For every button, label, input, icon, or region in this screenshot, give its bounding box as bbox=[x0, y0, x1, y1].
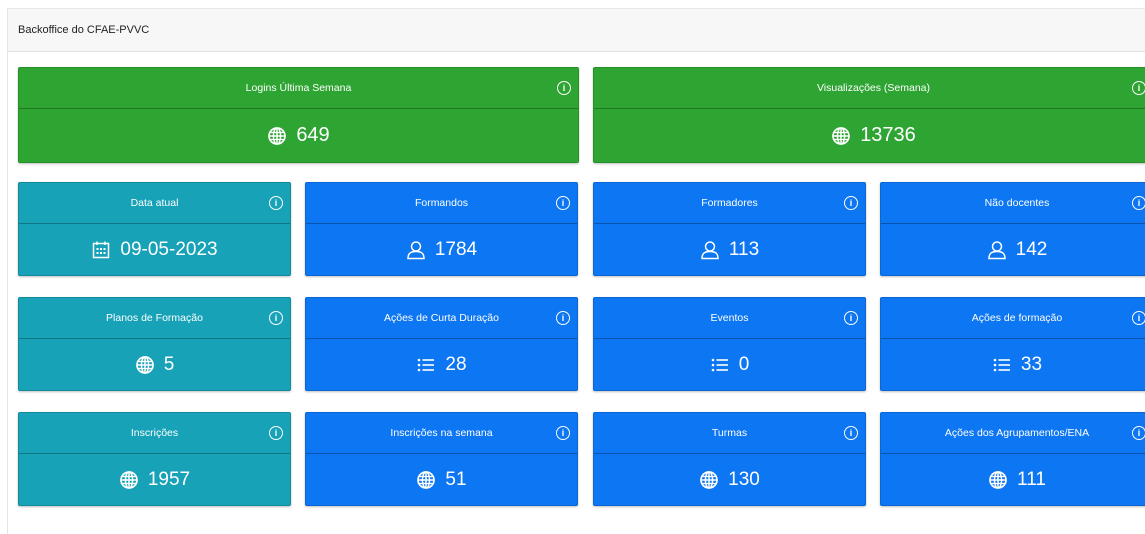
logins-card[interactable]: Logins Última Semana i 649 bbox=[18, 67, 579, 163]
info-icon[interactable]: i bbox=[1132, 196, 1145, 210]
card-title: Ações de Curta Duração bbox=[384, 312, 499, 324]
card-value: 1784 bbox=[434, 238, 478, 260]
info-icon[interactable]: i bbox=[844, 196, 858, 210]
info-icon[interactable]: i bbox=[1132, 311, 1145, 325]
info-icon[interactable]: i bbox=[844, 311, 858, 325]
formadores-card[interactable]: Formadores i 113 bbox=[593, 182, 866, 276]
card-value: 111 bbox=[1017, 468, 1046, 490]
list-icon bbox=[710, 355, 730, 375]
globe-icon bbox=[416, 470, 436, 490]
card-title: Formadores bbox=[701, 197, 758, 209]
dashboard-page: Backoffice do CFAE-PVVC Logins Última Se… bbox=[7, 8, 1145, 534]
card-title: Ações dos Agrupamentos/ENA bbox=[944, 427, 1090, 439]
card-value: 0 bbox=[738, 353, 750, 375]
card-title: Não docentes bbox=[984, 197, 1050, 209]
formandos-card[interactable]: Formandos i 1784 bbox=[305, 182, 578, 276]
card-value: 33 bbox=[1020, 353, 1043, 375]
inscricoes-card[interactable]: Inscrições i 1957 bbox=[18, 412, 291, 506]
acoes-formacao-card[interactable]: Ações de formação i 33 bbox=[880, 297, 1145, 391]
list-icon bbox=[416, 355, 436, 375]
agrupamentos-card[interactable]: Ações dos Agrupamentos/ENA i 111 bbox=[880, 412, 1145, 506]
card-value: 13736 bbox=[860, 124, 916, 146]
person-icon bbox=[406, 240, 426, 260]
globe-icon bbox=[699, 470, 719, 490]
info-icon[interactable]: i bbox=[269, 196, 283, 210]
card-value: 5 bbox=[163, 353, 175, 375]
card-title: Inscrições na semana bbox=[390, 427, 493, 439]
info-icon[interactable]: i bbox=[556, 426, 570, 440]
card-title: Eventos bbox=[710, 312, 749, 324]
globe-icon bbox=[119, 470, 139, 490]
eventos-card[interactable]: Eventos i 0 bbox=[593, 297, 866, 391]
card-title: Data atual bbox=[130, 197, 179, 209]
acoes-curta-card[interactable]: Ações de Curta Duração i 28 bbox=[305, 297, 578, 391]
globe-icon bbox=[135, 355, 155, 375]
info-icon[interactable]: i bbox=[1132, 426, 1145, 440]
person-icon bbox=[700, 240, 720, 260]
globe-icon bbox=[988, 470, 1008, 490]
card-title: Logins Última Semana bbox=[245, 82, 352, 94]
page-title: Backoffice do CFAE-PVVC bbox=[18, 24, 150, 36]
planos-card[interactable]: Planos de Formação i 5 bbox=[18, 297, 291, 391]
list-icon bbox=[992, 355, 1012, 375]
card-value: 51 bbox=[445, 468, 467, 490]
card-value: 113 bbox=[728, 238, 760, 260]
info-icon[interactable]: i bbox=[556, 196, 570, 210]
globe-icon bbox=[831, 126, 851, 146]
info-icon[interactable]: i bbox=[269, 311, 283, 325]
info-icon[interactable]: i bbox=[556, 311, 570, 325]
card-value: 130 bbox=[728, 468, 760, 490]
card-value: 28 bbox=[445, 353, 467, 375]
page-header: Backoffice do CFAE-PVVC bbox=[8, 8, 1145, 52]
card-value: 1957 bbox=[147, 468, 191, 490]
views-card[interactable]: Visualizações (Semana) i 13736 bbox=[593, 67, 1145, 163]
card-value: 09-05-2023 bbox=[120, 238, 218, 260]
card-title: Turmas bbox=[711, 427, 748, 439]
card-title: Inscrições bbox=[130, 427, 179, 439]
info-icon[interactable]: i bbox=[269, 426, 283, 440]
info-icon[interactable]: i bbox=[1132, 81, 1145, 95]
person-icon bbox=[987, 240, 1007, 260]
date-card[interactable]: Data atual i 09-05-2023 bbox=[18, 182, 291, 276]
info-icon[interactable]: i bbox=[844, 426, 858, 440]
calendar-icon bbox=[91, 240, 111, 260]
turmas-card[interactable]: Turmas i 130 bbox=[593, 412, 866, 506]
card-title: Planos de Formação bbox=[106, 312, 203, 324]
card-title: Ações de formação bbox=[971, 312, 1063, 324]
info-icon[interactable]: i bbox=[557, 81, 571, 95]
card-title: Visualizações (Semana) bbox=[816, 82, 931, 94]
globe-icon bbox=[267, 126, 287, 146]
card-value: 142 bbox=[1015, 238, 1048, 260]
card-value: 649 bbox=[296, 124, 330, 146]
nao-docentes-card[interactable]: Não docentes i 142 bbox=[880, 182, 1145, 276]
inscricoes-semana-card[interactable]: Inscrições na semana i 51 bbox=[305, 412, 578, 506]
card-title: Formandos bbox=[414, 197, 469, 209]
